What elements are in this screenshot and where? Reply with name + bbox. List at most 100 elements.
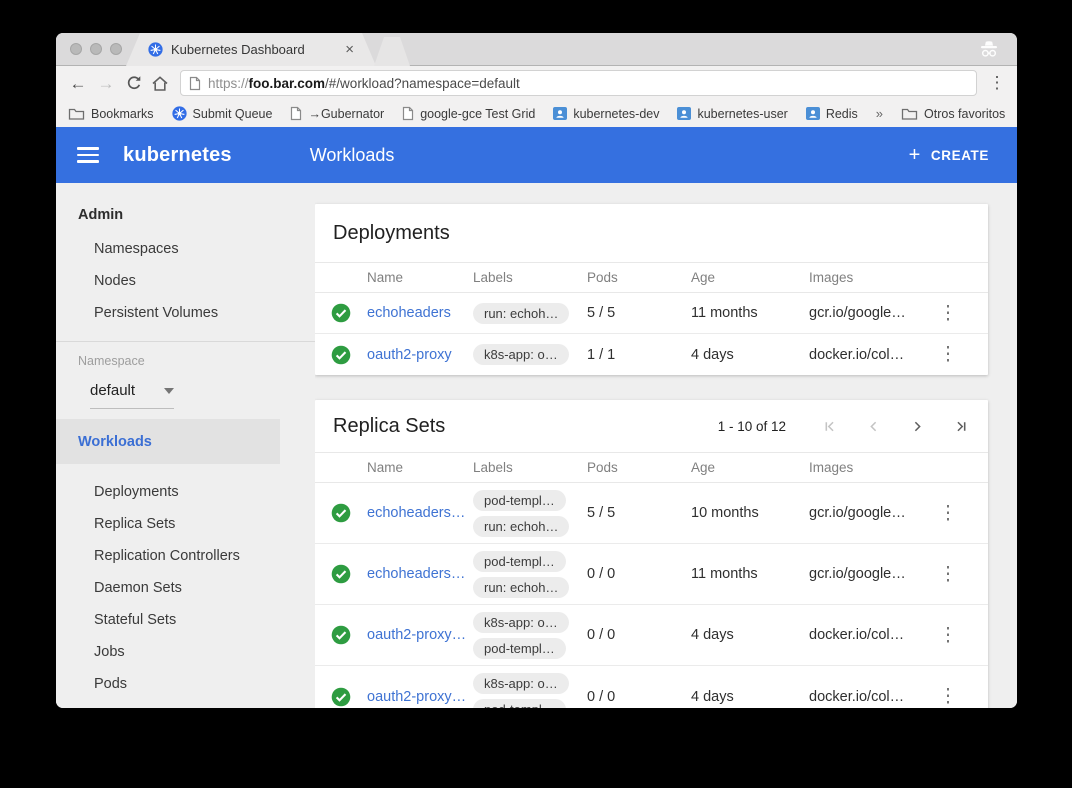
- create-button[interactable]: + CREATE: [909, 144, 989, 167]
- age-cell: 11 months: [691, 566, 809, 582]
- namespace-select[interactable]: default: [90, 382, 174, 409]
- sidebar-item-pods[interactable]: Pods: [56, 668, 315, 700]
- column-labels: Labels: [473, 460, 587, 475]
- browser-tab[interactable]: Kubernetes Dashboard ×: [126, 33, 376, 66]
- bookmark-label: Redis: [826, 107, 858, 121]
- url-text: https://foo.bar.com/#/workload?namespace…: [208, 76, 520, 91]
- bookmark-label: Bookmarks: [91, 107, 154, 121]
- window-zoom-button[interactable]: [110, 43, 122, 55]
- deployments-card: Deployments Name Labels Pods Age Images …: [315, 204, 988, 375]
- status-ok-icon: [331, 687, 351, 707]
- replica-sets-card: Replica Sets 1 - 10 of 12 Name Labels Po…: [315, 400, 988, 708]
- browser-menu-icon[interactable]: ⋮: [987, 73, 1007, 93]
- images-cell: docker.io/col…: [809, 689, 924, 705]
- row-menu-icon[interactable]: ⋮: [924, 502, 972, 525]
- app-logo: kubernetes: [123, 144, 232, 167]
- replica-set-link[interactable]: echoheaders…: [367, 505, 473, 521]
- status-ok-icon: [331, 345, 351, 365]
- status-ok-icon: [331, 303, 351, 323]
- back-icon[interactable]: ←: [66, 75, 90, 92]
- hamburger-menu-icon[interactable]: [77, 147, 99, 163]
- page-title: Workloads: [310, 145, 395, 166]
- replica-sets-table-header: Name Labels Pods Age Images: [315, 452, 988, 483]
- bookmark-gubernator[interactable]: →Gubernator: [290, 106, 384, 121]
- bookmark-redis[interactable]: Redis: [806, 107, 858, 121]
- bookmark-label: Submit Queue: [193, 107, 273, 121]
- sidebar-item-replication-controllers[interactable]: Replication Controllers: [56, 540, 315, 572]
- bookmark-label: Otros favoritos: [924, 107, 1005, 121]
- row-menu-icon[interactable]: ⋮: [924, 343, 972, 366]
- deployments-title: Deployments: [333, 222, 450, 245]
- row-menu-icon[interactable]: ⋮: [924, 563, 972, 586]
- bookmark-google-gce-test-grid[interactable]: google-gce Test Grid: [402, 106, 535, 121]
- tab-strip: Kubernetes Dashboard ×: [56, 33, 1017, 66]
- images-cell: gcr.io/google…: [809, 305, 924, 321]
- reload-icon[interactable]: [122, 74, 146, 92]
- replica-set-link[interactable]: oauth2-proxy…: [367, 689, 473, 705]
- url-host: foo.bar.com: [249, 76, 326, 91]
- bookmark-kubernetes-user[interactable]: kubernetes-user: [677, 107, 787, 121]
- row-menu-icon[interactable]: ⋮: [924, 685, 972, 708]
- column-images: Images: [809, 460, 924, 475]
- bookmark-submit-queue[interactable]: Submit Queue: [172, 106, 273, 121]
- browser-window: Kubernetes Dashboard × ← → https://foo.b…: [56, 33, 1017, 708]
- age-cell: 10 months: [691, 505, 809, 521]
- window-close-button[interactable]: [70, 43, 82, 55]
- new-tab-button[interactable]: [374, 37, 410, 66]
- sidebar-item-nodes[interactable]: Nodes: [56, 265, 315, 297]
- row-menu-icon[interactable]: ⋮: [924, 624, 972, 647]
- row-menu-icon[interactable]: ⋮: [924, 302, 972, 325]
- window-minimize-button[interactable]: [90, 43, 102, 55]
- replica-set-link[interactable]: echoheaders…: [367, 566, 473, 582]
- forward-icon[interactable]: →: [94, 75, 118, 92]
- images-cell: gcr.io/google…: [809, 505, 924, 521]
- content-area: Deployments Name Labels Pods Age Images …: [315, 183, 1017, 708]
- column-name: Name: [367, 270, 473, 285]
- page-icon: [189, 76, 201, 91]
- sidebar-item-persistent-volumes[interactable]: Persistent Volumes: [56, 297, 315, 329]
- tab-close-icon[interactable]: ×: [345, 42, 354, 57]
- home-icon[interactable]: [150, 74, 170, 93]
- age-cell: 4 days: [691, 627, 809, 643]
- first-page-icon[interactable]: [821, 418, 838, 435]
- create-button-label: CREATE: [931, 148, 989, 163]
- url-bar[interactable]: https://foo.bar.com/#/workload?namespace…: [180, 70, 977, 96]
- pods-cell: 5 / 5: [587, 305, 691, 321]
- sidebar-item-deployments[interactable]: Deployments: [56, 476, 315, 508]
- url-scheme: https://: [208, 76, 249, 91]
- deployment-link[interactable]: oauth2-proxy: [367, 347, 473, 363]
- column-name: Name: [367, 460, 473, 475]
- bookmark-bookmarks-folder[interactable]: Bookmarks: [68, 107, 154, 121]
- folder-icon: [68, 107, 85, 121]
- sidebar-item-daemon-sets[interactable]: Daemon Sets: [56, 572, 315, 604]
- table-row: echoheaders run: echoh… 5 / 5 11 months …: [315, 293, 988, 334]
- bookmark-label: kubernetes-dev: [573, 107, 659, 121]
- deployment-link[interactable]: echoheaders: [367, 305, 473, 321]
- bookmark-label: kubernetes-user: [697, 107, 787, 121]
- last-page-icon[interactable]: [953, 418, 970, 435]
- bookmarks-overflow-icon[interactable]: »: [876, 106, 883, 121]
- replica-set-link[interactable]: oauth2-proxy…: [367, 627, 473, 643]
- main-area: Admin Namespaces Nodes Persistent Volume…: [56, 183, 1017, 708]
- previous-page-icon[interactable]: [865, 418, 882, 435]
- pagination: 1 - 10 of 12: [718, 418, 970, 435]
- column-age: Age: [691, 460, 809, 475]
- sidebar-item-admin[interactable]: Admin: [56, 197, 315, 233]
- namespace-label: Namespace: [56, 342, 315, 368]
- table-row: oauth2-proxy k8s-app: o… 1 / 1 4 days do…: [315, 334, 988, 375]
- sidebar-item-stateful-sets[interactable]: Stateful Sets: [56, 604, 315, 636]
- sidebar-item-namespaces[interactable]: Namespaces: [56, 233, 315, 265]
- sidebar-item-jobs[interactable]: Jobs: [56, 636, 315, 668]
- pods-cell: 0 / 0: [587, 689, 691, 705]
- images-cell: gcr.io/google…: [809, 566, 924, 582]
- status-ok-icon: [331, 564, 351, 584]
- sidebar-item-workloads[interactable]: Workloads: [56, 419, 280, 464]
- label-chip: k8s-app: o…: [473, 612, 569, 633]
- bookmark-kubernetes-dev[interactable]: kubernetes-dev: [553, 107, 659, 121]
- bookmark-otros-favoritos-folder[interactable]: Otros favoritos: [901, 107, 1005, 121]
- sidebar-item-replica-sets[interactable]: Replica Sets: [56, 508, 315, 540]
- app-header: kubernetes Workloads + CREATE: [56, 127, 1017, 183]
- group-icon: [677, 107, 691, 121]
- next-page-icon[interactable]: [909, 418, 926, 435]
- label-chip: k8s-app: o…: [473, 344, 569, 365]
